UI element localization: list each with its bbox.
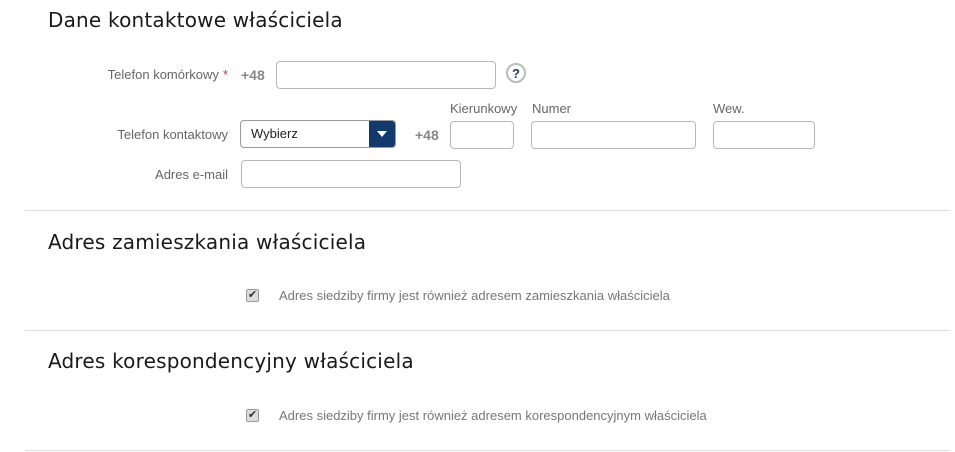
extension-label: Wew. [713, 101, 745, 116]
email-input[interactable] [241, 160, 461, 188]
mobile-phone-label-text: Telefon komórkowy [107, 67, 219, 82]
correspondence-section-title: Adres korespondencyjny właściciela [48, 349, 414, 373]
checkmark-icon: ✔ [247, 409, 258, 421]
mobile-phone-input[interactable] [276, 61, 496, 89]
email-label: Adres e-mail [155, 167, 228, 182]
residence-section-title: Adres zamieszkania właściciela [48, 230, 367, 254]
section-divider [25, 210, 950, 211]
number-label: Numer [532, 101, 572, 116]
phone-type-selected-value: Wybierz [251, 126, 298, 141]
extension-input[interactable] [713, 121, 815, 149]
mobile-country-prefix: +48 [241, 67, 265, 83]
correspondence-same-label[interactable]: Adres siedziby firmy jest również adrese… [279, 408, 707, 423]
contact-country-prefix: +48 [415, 127, 439, 143]
section-divider [25, 330, 950, 331]
residence-same-checkbox[interactable]: ✔ [246, 289, 259, 302]
caret-down-icon [377, 131, 387, 137]
required-mark: * [222, 67, 228, 82]
contact-section-title: Dane kontaktowe właściciela [48, 8, 343, 32]
section-divider [25, 450, 950, 451]
area-code-input[interactable] [450, 121, 514, 149]
residence-same-label[interactable]: Adres siedziby firmy jest również adrese… [279, 288, 670, 303]
help-glyph: ? [512, 65, 520, 81]
contact-phone-label: Telefon kontaktowy [117, 127, 228, 142]
area-code-label: Kierunkowy [450, 101, 518, 116]
checkmark-icon: ✔ [247, 289, 258, 301]
phone-number-input[interactable] [531, 121, 696, 149]
question-mark-icon[interactable]: ? [506, 63, 526, 83]
mobile-phone-label: Telefon komórkowy * [108, 67, 228, 82]
phone-type-select[interactable]: Wybierz [240, 120, 396, 148]
select-arrow-button[interactable] [369, 121, 395, 147]
correspondence-same-checkbox[interactable]: ✔ [246, 409, 259, 422]
